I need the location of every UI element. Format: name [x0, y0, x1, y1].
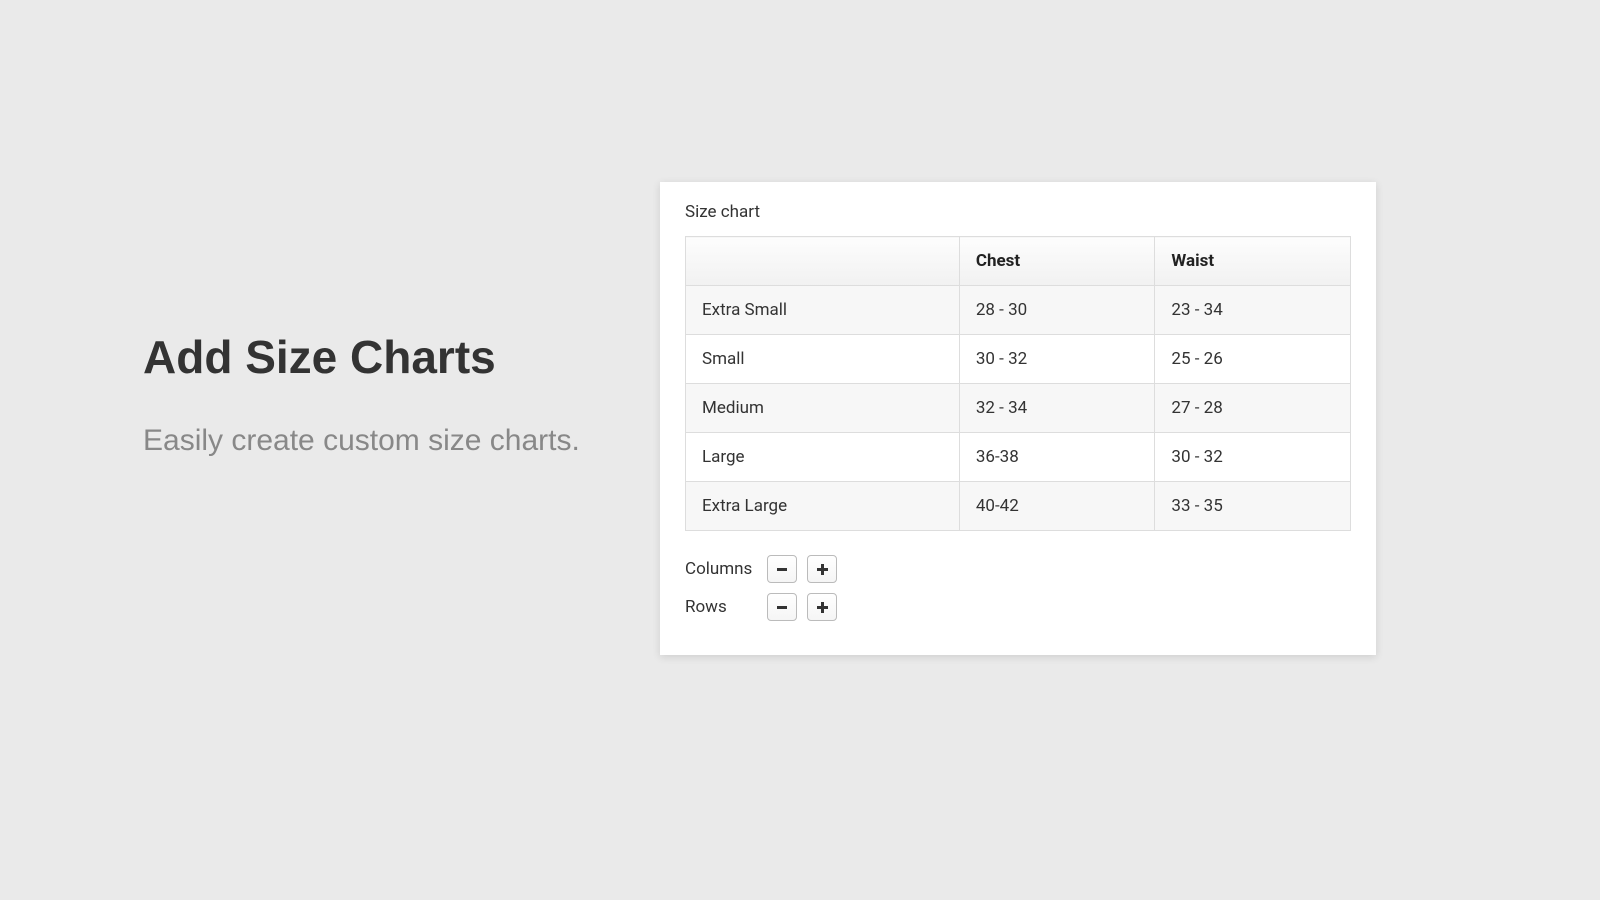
page-title: Add Size Charts: [143, 330, 580, 384]
minus-icon: [777, 606, 787, 609]
chest-value[interactable]: 32 - 34: [959, 384, 1155, 433]
table-controls: Columns Rows: [685, 555, 1351, 621]
page-subtitle: Easily create custom size charts.: [143, 424, 580, 458]
plus-icon: [817, 564, 828, 575]
table-row: Extra Large 40-42 33 - 35: [686, 482, 1351, 531]
table-header-empty: [686, 237, 960, 286]
add-column-button[interactable]: [807, 555, 837, 583]
size-label[interactable]: Large: [686, 433, 960, 482]
minus-icon: [777, 568, 787, 571]
columns-label: Columns: [685, 559, 767, 579]
size-label[interactable]: Small: [686, 335, 960, 384]
rows-label: Rows: [685, 597, 767, 617]
chest-value[interactable]: 30 - 32: [959, 335, 1155, 384]
chest-value[interactable]: 36-38: [959, 433, 1155, 482]
add-row-button[interactable]: [807, 593, 837, 621]
waist-value[interactable]: 33 - 35: [1155, 482, 1351, 531]
table-header-chest: Chest: [959, 237, 1155, 286]
table-row: Small 30 - 32 25 - 26: [686, 335, 1351, 384]
size-chart-table: Chest Waist Extra Small 28 - 30 23 - 34 …: [685, 236, 1351, 531]
remove-column-button[interactable]: [767, 555, 797, 583]
panel-title: Size chart: [685, 202, 1351, 222]
size-chart-panel: Size chart Chest Waist Extra Small 28 - …: [660, 182, 1376, 655]
waist-value[interactable]: 23 - 34: [1155, 286, 1351, 335]
table-header-waist: Waist: [1155, 237, 1351, 286]
table-row: Medium 32 - 34 27 - 28: [686, 384, 1351, 433]
remove-row-button[interactable]: [767, 593, 797, 621]
waist-value[interactable]: 25 - 26: [1155, 335, 1351, 384]
size-label[interactable]: Medium: [686, 384, 960, 433]
table-header-row: Chest Waist: [686, 237, 1351, 286]
table-row: Extra Small 28 - 30 23 - 34: [686, 286, 1351, 335]
columns-control: Columns: [685, 555, 1351, 583]
table-row: Large 36-38 30 - 32: [686, 433, 1351, 482]
plus-icon: [817, 602, 828, 613]
size-label[interactable]: Extra Small: [686, 286, 960, 335]
waist-value[interactable]: 27 - 28: [1155, 384, 1351, 433]
rows-control: Rows: [685, 593, 1351, 621]
waist-value[interactable]: 30 - 32: [1155, 433, 1351, 482]
hero-section: Add Size Charts Easily create custom siz…: [143, 330, 580, 458]
chest-value[interactable]: 40-42: [959, 482, 1155, 531]
chest-value[interactable]: 28 - 30: [959, 286, 1155, 335]
size-label[interactable]: Extra Large: [686, 482, 960, 531]
